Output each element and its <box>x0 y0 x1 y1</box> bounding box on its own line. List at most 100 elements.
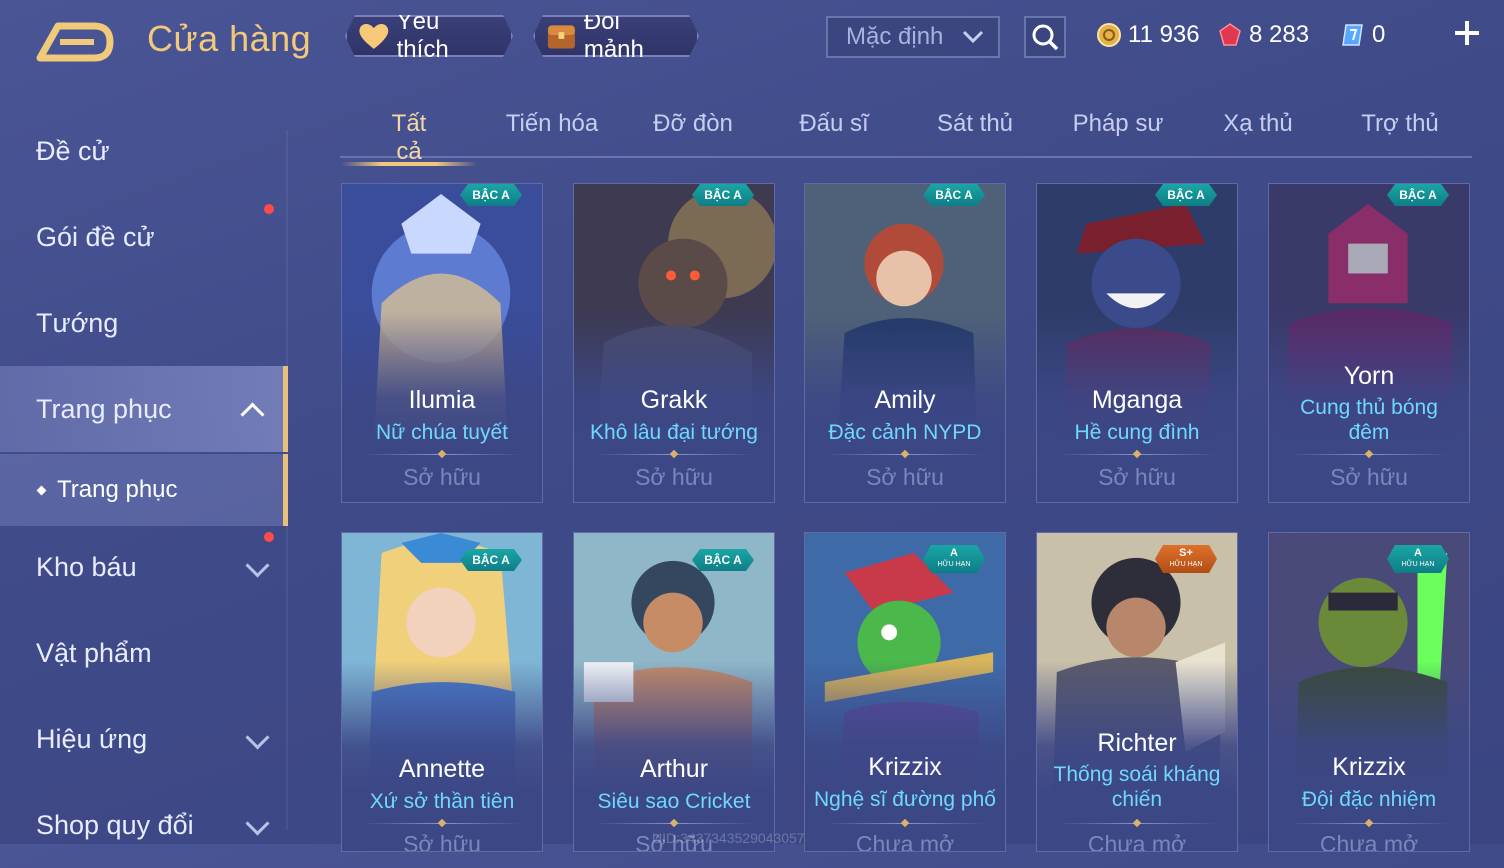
sidebar-item-label: Kho báu <box>36 551 137 582</box>
tab-support[interactable]: Trợ thủ <box>1358 110 1442 154</box>
ruby-gem-icon <box>1219 23 1241 46</box>
card-separator <box>825 823 985 824</box>
page-title: Cửa hàng <box>147 18 312 59</box>
sidebar-item-treasure[interactable]: Kho báu <box>0 524 288 610</box>
skin-card[interactable]: BẬC A Ilumia Nữ chúa tuyết Sở hữu <box>341 183 543 503</box>
hero-name: Arthur <box>639 755 709 783</box>
skin-name: Xứ sở thần tiên <box>369 790 515 813</box>
tier-badge: BẬC A <box>923 184 985 206</box>
ownership-status: Sở hữu <box>1098 464 1176 490</box>
hero-name: Grakk <box>640 386 708 414</box>
tier-badge: BẬC A <box>1387 184 1449 206</box>
sort-selected-value: Mặc định <box>846 23 944 50</box>
tier-limited-label: HỮU HẠN <box>1401 561 1435 568</box>
sidebar-item-heroes[interactable]: Tướng <box>0 280 288 366</box>
skin-name: Nữ chúa tuyết <box>376 421 508 444</box>
tier-badge: BẬC A <box>460 184 522 206</box>
card-separator <box>1289 823 1449 824</box>
sidebar-item-exchange-shop[interactable]: Shop quy đổi <box>0 782 288 868</box>
skin-card[interactable]: BẬC A Yorn Cung thủ bóng đêm Sở hữu <box>1268 183 1470 503</box>
tab-evolution[interactable]: Tiến hóa <box>502 110 602 154</box>
ownership-status: Chưa mở <box>1087 831 1187 852</box>
skin-name-line2: chiến <box>1111 788 1163 811</box>
favorites-button[interactable]: Yêu thích <box>345 15 513 57</box>
sidebar-item-label: Gói đề cử <box>36 221 155 252</box>
sidebar-item-label: Trang phục <box>36 393 172 424</box>
sidebar-item-label: Tướng <box>36 307 119 338</box>
chevron-down-icon <box>245 811 270 836</box>
back-button[interactable] <box>36 22 116 62</box>
sort-dropdown[interactable]: Mặc định <box>826 16 1000 58</box>
exchange-label: Đổi mảnh <box>583 8 644 63</box>
favorites-label: Yêu thích <box>396 8 449 63</box>
tier-badge: A HỮU HẠN <box>923 545 985 573</box>
hero-name: Mganga <box>1091 386 1183 414</box>
hero-name: Annette <box>398 755 486 783</box>
chevron-up-icon <box>240 402 265 427</box>
sidebar-item-effects[interactable]: Hiệu ứng <box>0 696 288 782</box>
ownership-status: Chưa mở <box>855 831 955 852</box>
chevron-down-icon <box>245 553 270 578</box>
ownership-status: Chưa mở <box>1319 831 1419 852</box>
card-separator <box>362 454 522 455</box>
hero-name: Yorn <box>1343 362 1395 390</box>
sidebar-subitem-skins[interactable]: Trang phục <box>0 454 288 526</box>
sidebar-item-skins[interactable]: Trang phục <box>0 366 288 452</box>
tab-mage[interactable]: Pháp sư <box>1072 110 1164 154</box>
voucher-balance: 0 <box>1340 20 1385 50</box>
card-separator <box>825 454 985 455</box>
skin-name: Đặc cảnh NYPD <box>828 421 982 444</box>
ownership-status: Sở hữu <box>403 464 481 490</box>
skin-name: Hề cung đình <box>1074 421 1200 444</box>
tier-badge: BẬC A <box>1155 184 1217 206</box>
card-separator <box>594 823 754 824</box>
tier-grade: A <box>1414 547 1422 559</box>
sidebar-item-label: Vật phẩm <box>36 637 152 668</box>
skin-card[interactable]: BẬC A Amily Đặc cảnh NYPD Sở hữu <box>804 183 1006 503</box>
skin-name: Cung thủ bóng <box>1300 396 1438 419</box>
skin-card[interactable]: A HỮU HẠN Krizzix Nghệ sĩ đường phố Chưa… <box>804 532 1006 852</box>
skin-name: Khô lâu đại tướng <box>590 421 758 444</box>
gold-coin-icon <box>1097 23 1121 47</box>
gold-amount: 11 936 <box>1128 21 1200 48</box>
tier-badge: BẬC A <box>692 184 754 206</box>
voucher-icon <box>1342 24 1363 46</box>
hero-name: Krizzix <box>868 753 942 781</box>
search-button[interactable] <box>1024 16 1066 58</box>
tier-badge: BẬC A <box>460 549 522 571</box>
skin-card[interactable]: BẬC A Mganga Hề cung đình Sở hữu <box>1036 183 1238 503</box>
treasure-chest-icon <box>545 21 578 51</box>
skin-card[interactable]: A HỮU HẠN Krizzix Đội đặc nhiệm Chưa mở <box>1268 532 1470 852</box>
skin-name: Đội đặc nhiệm <box>1301 788 1437 811</box>
back-arrow-icon <box>36 22 114 62</box>
sidebar-item-items[interactable]: Vật phẩm <box>0 610 288 696</box>
card-separator <box>362 823 522 824</box>
skin-card[interactable]: BẬC A Arthur Siêu sao Cricket Sở hữu <box>573 532 775 852</box>
add-currency-button[interactable] <box>1450 16 1484 50</box>
skin-card[interactable]: S+ HỮU HẠN Richter Thống soái kháng chiế… <box>1036 532 1238 852</box>
exchange-fragments-button[interactable]: Đổi mảnh <box>533 15 699 57</box>
tab-assassin[interactable]: Sát thủ <box>934 110 1016 154</box>
tier-limited-label: HỮU HẠN <box>1169 561 1203 568</box>
plus-icon <box>1455 21 1479 45</box>
chevron-down-icon <box>245 725 270 750</box>
hero-name: Richter <box>1097 729 1177 757</box>
ownership-status: Sở hữu <box>403 831 481 852</box>
tier-limited-label: HỮU HẠN <box>937 561 971 568</box>
sidebar-subitem-label: Trang phục <box>57 476 178 503</box>
tab-all[interactable]: Tất cả <box>341 110 477 166</box>
ownership-status: Sở hữu <box>866 464 944 490</box>
skin-card[interactable]: BẬC A Grakk Khô lâu đại tướng Sở hữu <box>573 183 775 503</box>
tab-marksman[interactable]: Xạ thủ <box>1222 110 1294 154</box>
card-separator <box>1289 454 1449 455</box>
skin-card[interactable]: BẬC A Annette Xứ sở thần tiên Sở hữu <box>341 532 543 852</box>
ownership-status: Sở hữu <box>635 464 713 490</box>
bullet-diamond-icon <box>36 485 47 495</box>
ruby-balance: 8 283 <box>1217 20 1309 50</box>
tab-tank[interactable]: Đỡ đòn <box>650 110 736 154</box>
tier-grade: S+ <box>1179 547 1193 559</box>
sidebar-item-featured[interactable]: Đề cử <box>0 108 288 194</box>
tab-fighter[interactable]: Đấu sĩ <box>798 110 870 154</box>
chevron-down-icon <box>962 30 984 44</box>
sidebar-item-featured-packs[interactable]: Gói đề cử <box>0 194 288 280</box>
